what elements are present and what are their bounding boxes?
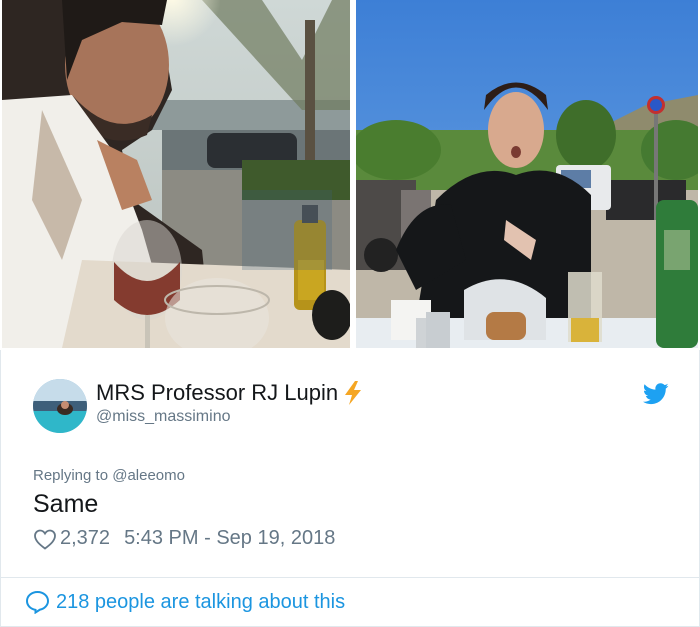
avatar[interactable] [33,379,87,433]
speech-bubble-icon [25,590,50,614]
talking-about-link[interactable]: 218 people are talking about this [56,591,345,614]
tweet-text: Same [33,490,99,518]
tweet-body: MRS Professor RJ Lupin @miss_massimino R… [0,350,700,577]
conversation-footer[interactable]: 218 people are talking about this [0,577,700,627]
handle[interactable]: @miss_massimino [96,408,230,426]
photo-man-at-table[interactable] [2,0,350,348]
display-name[interactable]: MRS Professor RJ Lupin [96,380,338,406]
heart-icon[interactable] [33,528,57,550]
photo-woman-at-table[interactable] [356,0,698,348]
like-count[interactable]: 2,372 [60,527,110,550]
tweet-card: MRS Professor RJ Lupin @miss_massimino R… [0,0,700,627]
photo-grid [0,0,700,350]
author-name-row[interactable]: MRS Professor RJ Lupin [96,380,365,406]
tweet-meta: 2,372 5:43 PM - Sep 19, 2018 [33,527,335,550]
replying-to[interactable]: Replying to @aleeomo [33,467,185,484]
timestamp[interactable]: 5:43 PM - Sep 19, 2018 [124,527,335,550]
lightning-icon [345,381,362,405]
twitter-bird-icon[interactable] [643,383,669,405]
